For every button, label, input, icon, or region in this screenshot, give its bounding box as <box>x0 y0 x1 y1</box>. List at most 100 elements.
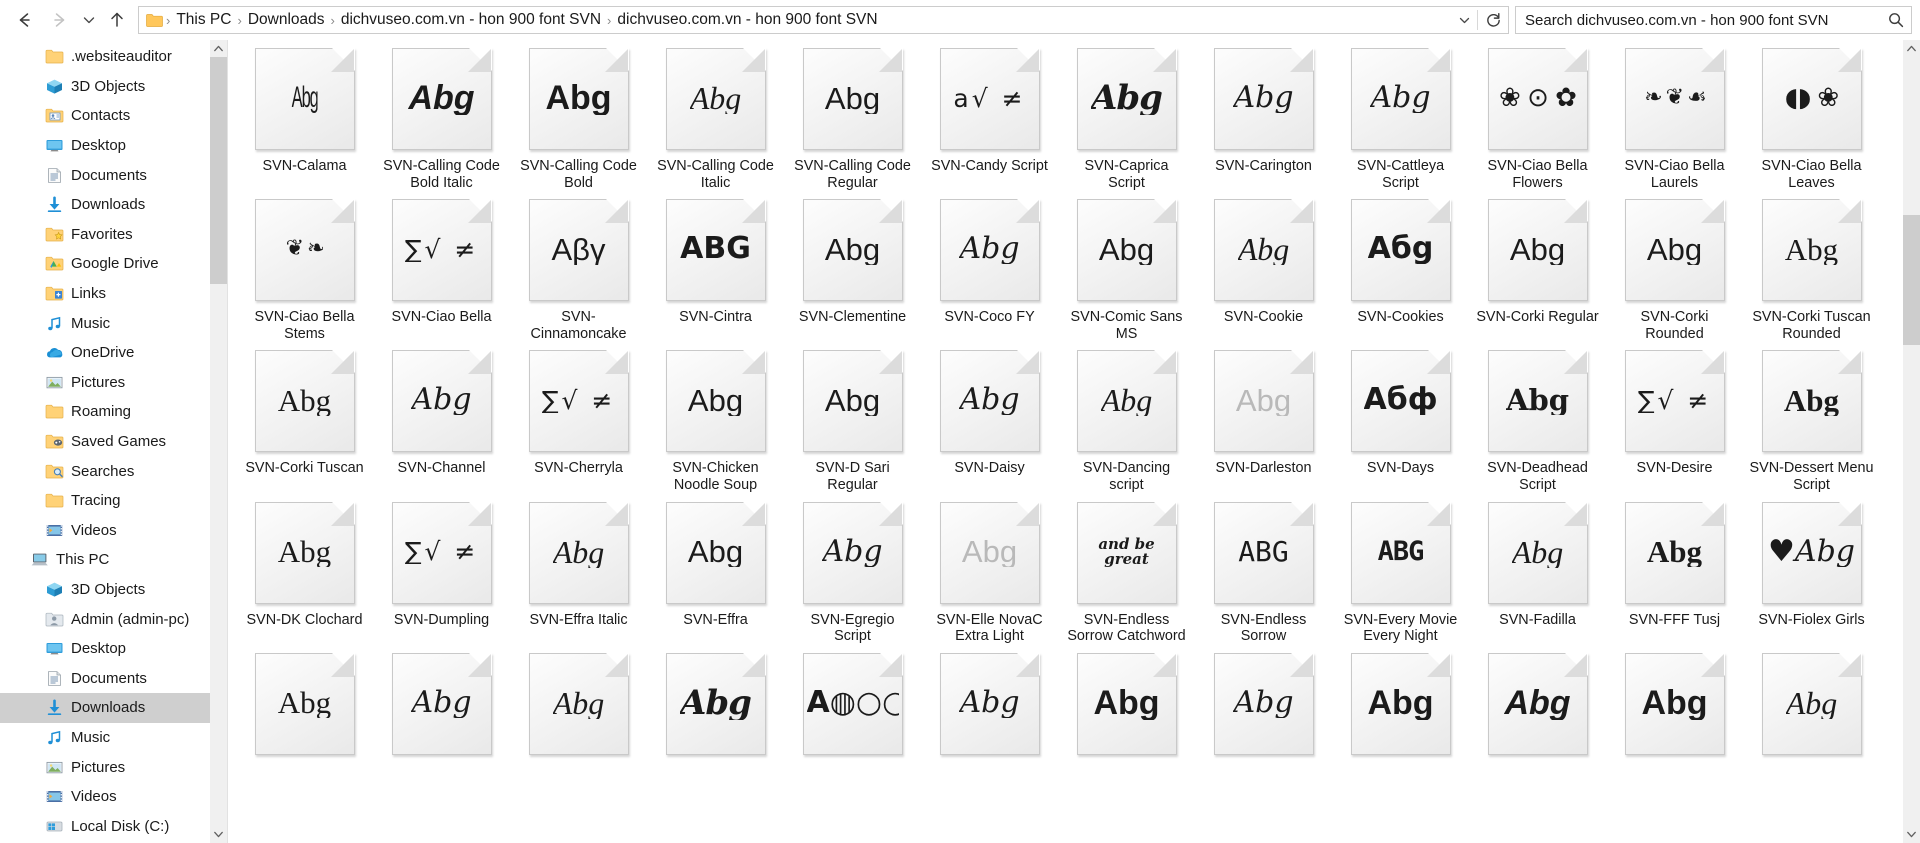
file-list-pane[interactable]: Abg SVN-Calama Abg SVN-Calling Code Bold It… <box>228 40 1920 843</box>
file-tile[interactable]: Abg SVN-D Sari Regular <box>784 342 921 493</box>
file-tile[interactable]: Abg SVN-Caprica Script <box>1058 40 1195 191</box>
sidebar-item-pictures[interactable]: Pictures <box>0 368 227 398</box>
file-tile[interactable]: Abg SVN-Dessert Menu Script <box>1743 342 1880 493</box>
file-tile[interactable]: Abg <box>1606 645 1743 763</box>
file-tile[interactable]: Abg <box>1469 645 1606 763</box>
navigation-scrollbar-thumb[interactable] <box>210 57 227 284</box>
refresh-button[interactable] <box>1478 7 1508 33</box>
content-scrollbar-thumb[interactable] <box>1903 215 1920 345</box>
sidebar-item-downloads[interactable]: Downloads <box>0 693 227 723</box>
file-tile[interactable]: ❧ ❦ ☙ SVN-Ciao Bella Laurels <box>1606 40 1743 191</box>
file-tile[interactable]: ∑√ ≠ SVN-Ciao Bella <box>373 191 510 342</box>
sidebar-item-roaming[interactable]: Roaming <box>0 397 227 427</box>
file-tile[interactable]: Abg SVN-Carington <box>1195 40 1332 191</box>
breadcrumb-item-this-pc[interactable]: This PC <box>171 7 236 33</box>
file-tile[interactable]: ∑√ ≠ SVN-Desire <box>1606 342 1743 493</box>
sidebar-item-music[interactable]: Music <box>0 723 227 753</box>
file-tile[interactable]: Abg SVN-Calama <box>236 40 373 191</box>
sidebar-item-google-drive[interactable]: Google Drive <box>0 249 227 279</box>
file-tile[interactable]: a√ ≠ SVN-Candy Script <box>921 40 1058 191</box>
file-tile[interactable]: Abg SVN-Deadhead Script <box>1469 342 1606 493</box>
file-tile[interactable]: Abg SVN-Corki Rounded <box>1606 191 1743 342</box>
sidebar-item-desktop[interactable]: Desktop <box>0 634 227 664</box>
address-dropdown-button[interactable] <box>1451 7 1477 33</box>
sidebar-item-desktop[interactable]: Desktop <box>0 131 227 161</box>
file-tile[interactable]: Abg <box>510 645 647 763</box>
file-tile[interactable]: Abg SVN-Elle NovaC Extra Light <box>921 494 1058 645</box>
file-tile[interactable]: ❀ ⊙ ✿ SVN-Ciao Bella Flowers <box>1469 40 1606 191</box>
recent-locations-button[interactable] <box>76 1 102 39</box>
sidebar-item-this-pc[interactable]: This PC <box>0 545 227 575</box>
file-tile[interactable]: Abg SVN-Cookie <box>1195 191 1332 342</box>
file-tile[interactable]: Abg SVN-Cattleya Script <box>1332 40 1469 191</box>
file-tile[interactable]: ABG SVN-Every Movie Every Night <box>1332 494 1469 645</box>
sidebar-item-websiteauditor[interactable]: .websiteauditor <box>0 42 227 72</box>
file-tile[interactable]: ABG SVN-Endless Sorrow <box>1195 494 1332 645</box>
file-tile[interactable]: Abg SVN-Comic Sans MS <box>1058 191 1195 342</box>
file-tile[interactable]: Abg SVN-Effra Italic <box>510 494 647 645</box>
sidebar-item-onedrive[interactable]: OneDrive <box>0 338 227 368</box>
file-tile[interactable]: Abg <box>373 645 510 763</box>
search-button[interactable] <box>1881 7 1911 33</box>
sidebar-item-local-disk-c[interactable]: Local Disk (C:) <box>0 811 227 841</box>
file-tile[interactable]: Abg SVN-Calling Code Bold <box>510 40 647 191</box>
file-tile[interactable]: Abg SVN-Fadilla <box>1469 494 1606 645</box>
file-tile[interactable]: Abg SVN-Dancing script <box>1058 342 1195 493</box>
file-tile[interactable]: Abg SVN-Darleston <box>1195 342 1332 493</box>
scroll-down-button[interactable] <box>210 826 227 843</box>
file-tile[interactable]: Abg SVN-Calling Code Regular <box>784 40 921 191</box>
sidebar-item-pictures[interactable]: Pictures <box>0 752 227 782</box>
sidebar-item-documents[interactable]: Documents <box>0 663 227 693</box>
file-tile[interactable]: and be great SVN-Endless Sorrow Catchword <box>1058 494 1195 645</box>
file-tile[interactable]: Abg SVN-DK Clochard <box>236 494 373 645</box>
back-button[interactable] <box>8 1 42 39</box>
scroll-up-button[interactable] <box>1903 40 1920 57</box>
file-tile[interactable]: Abg SVN-Calling Code Italic <box>647 40 784 191</box>
sidebar-item-tracing[interactable]: Tracing <box>0 486 227 516</box>
file-tile[interactable]: Aβγ SVN-Cinnamoncake <box>510 191 647 342</box>
sidebar-item-contacts[interactable]: Contacts <box>0 101 227 131</box>
sidebar-item-links[interactable]: Links <box>0 279 227 309</box>
file-tile[interactable]: Abg <box>1743 645 1880 763</box>
content-scrollbar[interactable] <box>1903 40 1920 843</box>
file-tile[interactable]: ABG SVN-Cintra <box>647 191 784 342</box>
file-tile[interactable]: Abg <box>921 645 1058 763</box>
file-tile[interactable]: Abg SVN-Calling Code Bold Italic <box>373 40 510 191</box>
file-tile[interactable]: Abg SVN-Channel <box>373 342 510 493</box>
scroll-up-button[interactable] <box>210 40 227 57</box>
sidebar-item-videos[interactable]: Videos <box>0 516 227 546</box>
file-tile[interactable]: Abg SVN-Clementine <box>784 191 921 342</box>
file-tile[interactable]: Abg SVN-Effra <box>647 494 784 645</box>
sidebar-item-3d-objects[interactable]: 3D Objects <box>0 575 227 605</box>
file-tile[interactable]: Abg SVN-Corki Tuscan <box>236 342 373 493</box>
breadcrumb-item-folder-2[interactable]: dichvuseo.com.vn - hon 900 font SVN <box>612 7 882 33</box>
file-tile[interactable]: Abg <box>236 645 373 763</box>
sidebar-item-documents[interactable]: Documents <box>0 160 227 190</box>
scroll-down-button[interactable] <box>1903 826 1920 843</box>
file-tile[interactable]: Абg SVN-Cookies <box>1332 191 1469 342</box>
file-tile[interactable]: ◖◗ ❀ SVN-Ciao Bella Leaves <box>1743 40 1880 191</box>
file-tile[interactable]: Abg <box>1332 645 1469 763</box>
file-tile[interactable]: Abg <box>1195 645 1332 763</box>
breadcrumb-item-folder-1[interactable]: dichvuseo.com.vn - hon 900 font SVN <box>336 7 606 33</box>
file-tile[interactable]: ∑√ ≠ SVN-Cherryla <box>510 342 647 493</box>
sidebar-item-favorites[interactable]: Favorites <box>0 220 227 250</box>
file-tile[interactable]: A◍○○ <box>784 645 921 763</box>
navigation-scrollbar[interactable] <box>210 40 227 843</box>
file-tile[interactable]: ♥Abg SVN-Fiolex Girls <box>1743 494 1880 645</box>
sidebar-item-saved-games[interactable]: Saved Games <box>0 427 227 457</box>
file-tile[interactable]: Abg <box>647 645 784 763</box>
file-tile[interactable]: Abg SVN-Corki Regular <box>1469 191 1606 342</box>
file-tile[interactable]: Абф SVN-Days <box>1332 342 1469 493</box>
sidebar-item-music[interactable]: Music <box>0 308 227 338</box>
file-tile[interactable]: Abg SVN-Egregio Script <box>784 494 921 645</box>
file-tile[interactable]: Abg SVN-Corki Tuscan Rounded <box>1743 191 1880 342</box>
forward-button[interactable] <box>42 1 76 39</box>
sidebar-item-searches[interactable]: Searches <box>0 456 227 486</box>
sidebar-item-3d-objects[interactable]: 3D Objects <box>0 72 227 102</box>
file-tile[interactable]: Abg SVN-Daisy <box>921 342 1058 493</box>
file-tile[interactable]: ❦ ❧ SVN-Ciao Bella Stems <box>236 191 373 342</box>
breadcrumb-item-downloads[interactable]: Downloads <box>243 7 330 33</box>
search-input[interactable]: Search dichvuseo.com.vn - hon 900 font S… <box>1516 12 1881 29</box>
search-box[interactable]: Search dichvuseo.com.vn - hon 900 font S… <box>1515 6 1912 34</box>
